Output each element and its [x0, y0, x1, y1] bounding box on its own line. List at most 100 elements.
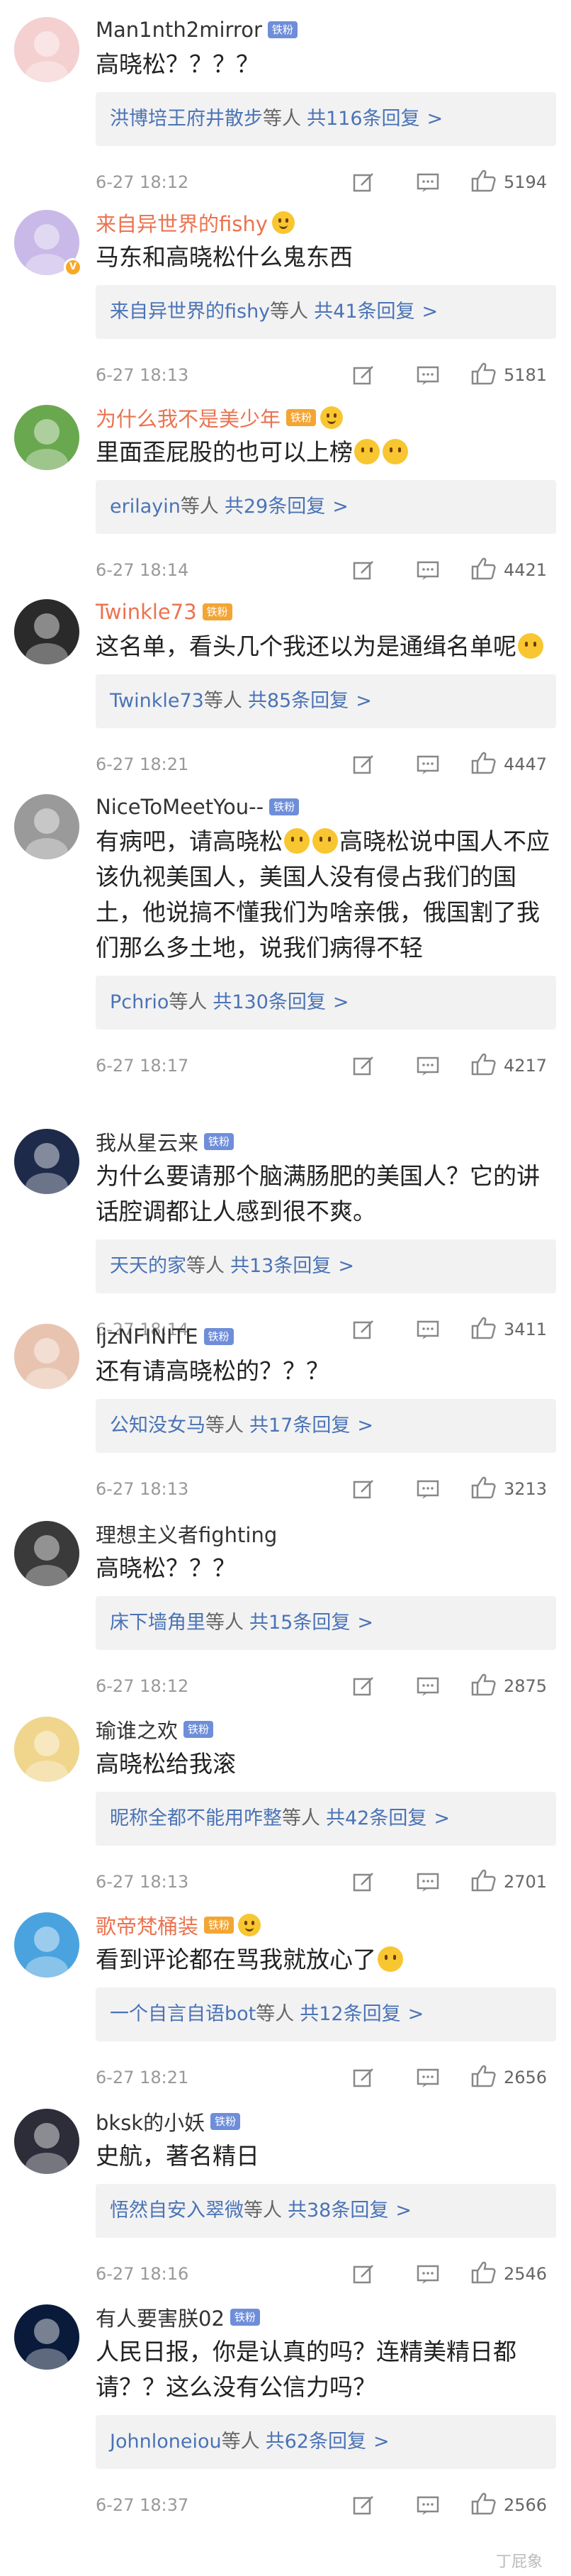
face-emoji-icon — [383, 439, 408, 464]
timestamp: 6-27 18:12 — [96, 1676, 189, 1696]
comment-icon[interactable] — [416, 2065, 440, 2090]
reply-count-link[interactable]: 共29条回复 — [225, 496, 325, 518]
reply-user-link[interactable]: erilayin — [110, 496, 181, 518]
comment-text: 高晓松？？？？ — [96, 50, 259, 78]
reply-user-link[interactable]: 一个自言自语bot — [110, 2003, 256, 2025]
doraemon-avatar[interactable] — [14, 1912, 79, 1978]
reply-count-link[interactable]: 共12条回复 — [300, 2003, 400, 2025]
gray-portrait-avatar[interactable] — [14, 794, 79, 859]
cartoon-girl-avatar[interactable] — [14, 17, 79, 82]
reply-user-link[interactable]: 昵称全都不能用咋整 — [110, 1807, 282, 1829]
night-sky-avatar[interactable] — [14, 1129, 79, 1194]
like-button[interactable]: 5181 — [471, 359, 547, 391]
girl-photo-avatar[interactable] — [14, 1324, 79, 1389]
comment-icon[interactable] — [416, 1477, 440, 1501]
reply-user-link[interactable]: Twinkle73 — [110, 690, 204, 712]
edit-icon[interactable] — [352, 363, 376, 387]
space-avatar[interactable] — [14, 2304, 79, 2370]
comment-icon[interactable] — [416, 752, 440, 776]
edit-icon[interactable] — [352, 1870, 376, 1894]
reply-count-link[interactable]: 共62条回复 — [266, 2431, 366, 2453]
replies-summary[interactable]: erilayin等人 共29条回复 > — [96, 480, 556, 534]
reply-user-link[interactable]: 天天的家 — [110, 1255, 186, 1277]
comment-icon[interactable] — [416, 170, 440, 194]
comment-icon[interactable] — [416, 1054, 440, 1078]
chevron-right-icon: > — [357, 1612, 373, 1634]
timestamp: 6-27 18:37 — [96, 2495, 189, 2515]
face-emoji-icon — [271, 211, 295, 234]
like-button[interactable]: 2701 — [471, 1866, 547, 1898]
reply-count-link[interactable]: 共13条回复 — [230, 1255, 331, 1277]
comment-icon[interactable] — [416, 2262, 440, 2286]
replies-summary[interactable]: 昵称全都不能用咋整等人 共42条回复 > — [96, 1792, 556, 1846]
username-link[interactable]: 歌帝梵桶装 — [96, 1910, 198, 1940]
reply-user-link[interactable]: 床下墙角里 — [110, 1612, 205, 1634]
cat-avatar[interactable] — [14, 2109, 79, 2174]
username-link[interactable]: Twinkle73 — [96, 600, 197, 624]
comment-icon[interactable] — [416, 558, 440, 582]
edit-icon[interactable] — [352, 1674, 376, 1698]
reply-count-link[interactable]: 共42条回复 — [326, 1807, 426, 1829]
frog-avatar[interactable] — [14, 405, 79, 470]
username-link[interactable]: 理想主义者fighting — [96, 1519, 277, 1549]
username-link[interactable]: 来自异世界的fishy — [96, 208, 268, 238]
replies-summary[interactable]: Johnloneiou等人 共62条回复 > — [96, 2415, 556, 2469]
reply-user-link[interactable]: 洪博培王府井散步 — [110, 108, 263, 130]
like-count: 2546 — [504, 2264, 548, 2284]
like-button[interactable]: 2546 — [471, 2258, 547, 2290]
reply-count-link[interactable]: 共85条回复 — [248, 690, 349, 712]
edit-icon[interactable] — [352, 752, 376, 776]
comment-icon[interactable] — [416, 363, 440, 387]
reply-count-link[interactable]: 共116条回复 — [307, 108, 420, 130]
like-icon — [471, 2492, 497, 2519]
edit-icon[interactable] — [352, 2493, 376, 2517]
reply-user-link[interactable]: 公知没女马 — [110, 1415, 205, 1437]
reply-user-link[interactable]: 悟然自安入翠微 — [110, 2199, 244, 2221]
replies-summary[interactable]: 洪博培王府井散步等人 共116条回复 > — [96, 92, 556, 146]
reply-count-link[interactable]: 共15条回复 — [249, 1612, 350, 1634]
like-button[interactable]: 4217 — [471, 1049, 547, 1082]
username-link[interactable]: 瑜谁之欢 — [96, 1714, 178, 1744]
like-button[interactable]: 2566 — [471, 2489, 547, 2521]
replies-summary[interactable]: 公知没女马等人 共17条回复 > — [96, 1399, 556, 1453]
edit-icon[interactable] — [352, 2262, 376, 2286]
replies-summary[interactable]: 天天的家等人 共13条回复 > — [96, 1239, 556, 1293]
username-link[interactable]: ljzNFINITE — [96, 1325, 198, 1349]
replies-summary[interactable]: 床下墙角里等人 共15条回复 > — [96, 1596, 556, 1650]
like-button[interactable]: 2875 — [471, 1670, 547, 1702]
edit-icon[interactable] — [352, 558, 376, 582]
username-link[interactable]: NiceToMeetYou-- — [96, 795, 264, 819]
edit-icon[interactable] — [352, 1054, 376, 1078]
comment-icon[interactable] — [416, 1870, 440, 1894]
username-link[interactable]: bksk的小妖 — [96, 2107, 205, 2136]
reply-user-link[interactable]: 来自异世界的fishy — [110, 301, 270, 323]
replies-summary[interactable]: 悟然自安入翠微等人 共38条回复 > — [96, 2184, 556, 2238]
reply-count-link[interactable]: 共38条回复 — [288, 2199, 388, 2221]
replies-summary[interactable]: 一个自言自语bot等人 共12条回复 > — [96, 1987, 556, 2041]
username-link[interactable]: 为什么我不是美少年 — [96, 403, 281, 433]
panda-avatar[interactable] — [14, 599, 79, 664]
edit-icon[interactable] — [352, 1477, 376, 1501]
reply-user-link[interactable]: Pchrio — [110, 991, 169, 1013]
reply-user-link[interactable]: Johnloneiou — [110, 2431, 222, 2453]
like-button[interactable]: 4447 — [471, 748, 547, 781]
replies-summary[interactable]: Pchrio等人 共130条回复 > — [96, 976, 556, 1030]
like-button[interactable]: 2656 — [471, 2061, 547, 2094]
reply-count-link[interactable]: 共17条回复 — [249, 1415, 350, 1437]
edit-icon[interactable] — [352, 2065, 376, 2090]
like-count: 3213 — [504, 1479, 548, 1499]
replies-summary[interactable]: Twinkle73等人 共85条回复 > — [96, 674, 556, 728]
replies-summary[interactable]: 来自异世界的fishy等人 共41条回复 > — [96, 285, 556, 339]
username-link[interactable]: 我从星云来 — [96, 1127, 198, 1156]
username-link[interactable]: 有人要害朕02 — [96, 2302, 225, 2332]
edit-icon[interactable] — [352, 170, 376, 194]
like-button[interactable]: 3213 — [471, 1473, 547, 1505]
comment-item: V 来自异世界的fishy 马东和高晓松什么鬼东西 来自异世界的fishy等人 共41条… — [0, 193, 571, 388]
reply-count-link[interactable]: 共41条回复 — [314, 301, 414, 323]
boy-photo-avatar[interactable] — [14, 1521, 79, 1586]
comment-icon[interactable] — [416, 2493, 440, 2517]
cartoon-elder-avatar[interactable] — [14, 1717, 79, 1782]
username-link[interactable]: Man1nth2mirror — [96, 18, 262, 42]
comment-icon[interactable] — [416, 1674, 440, 1698]
reply-count-link[interactable]: 共130条回复 — [213, 991, 326, 1013]
